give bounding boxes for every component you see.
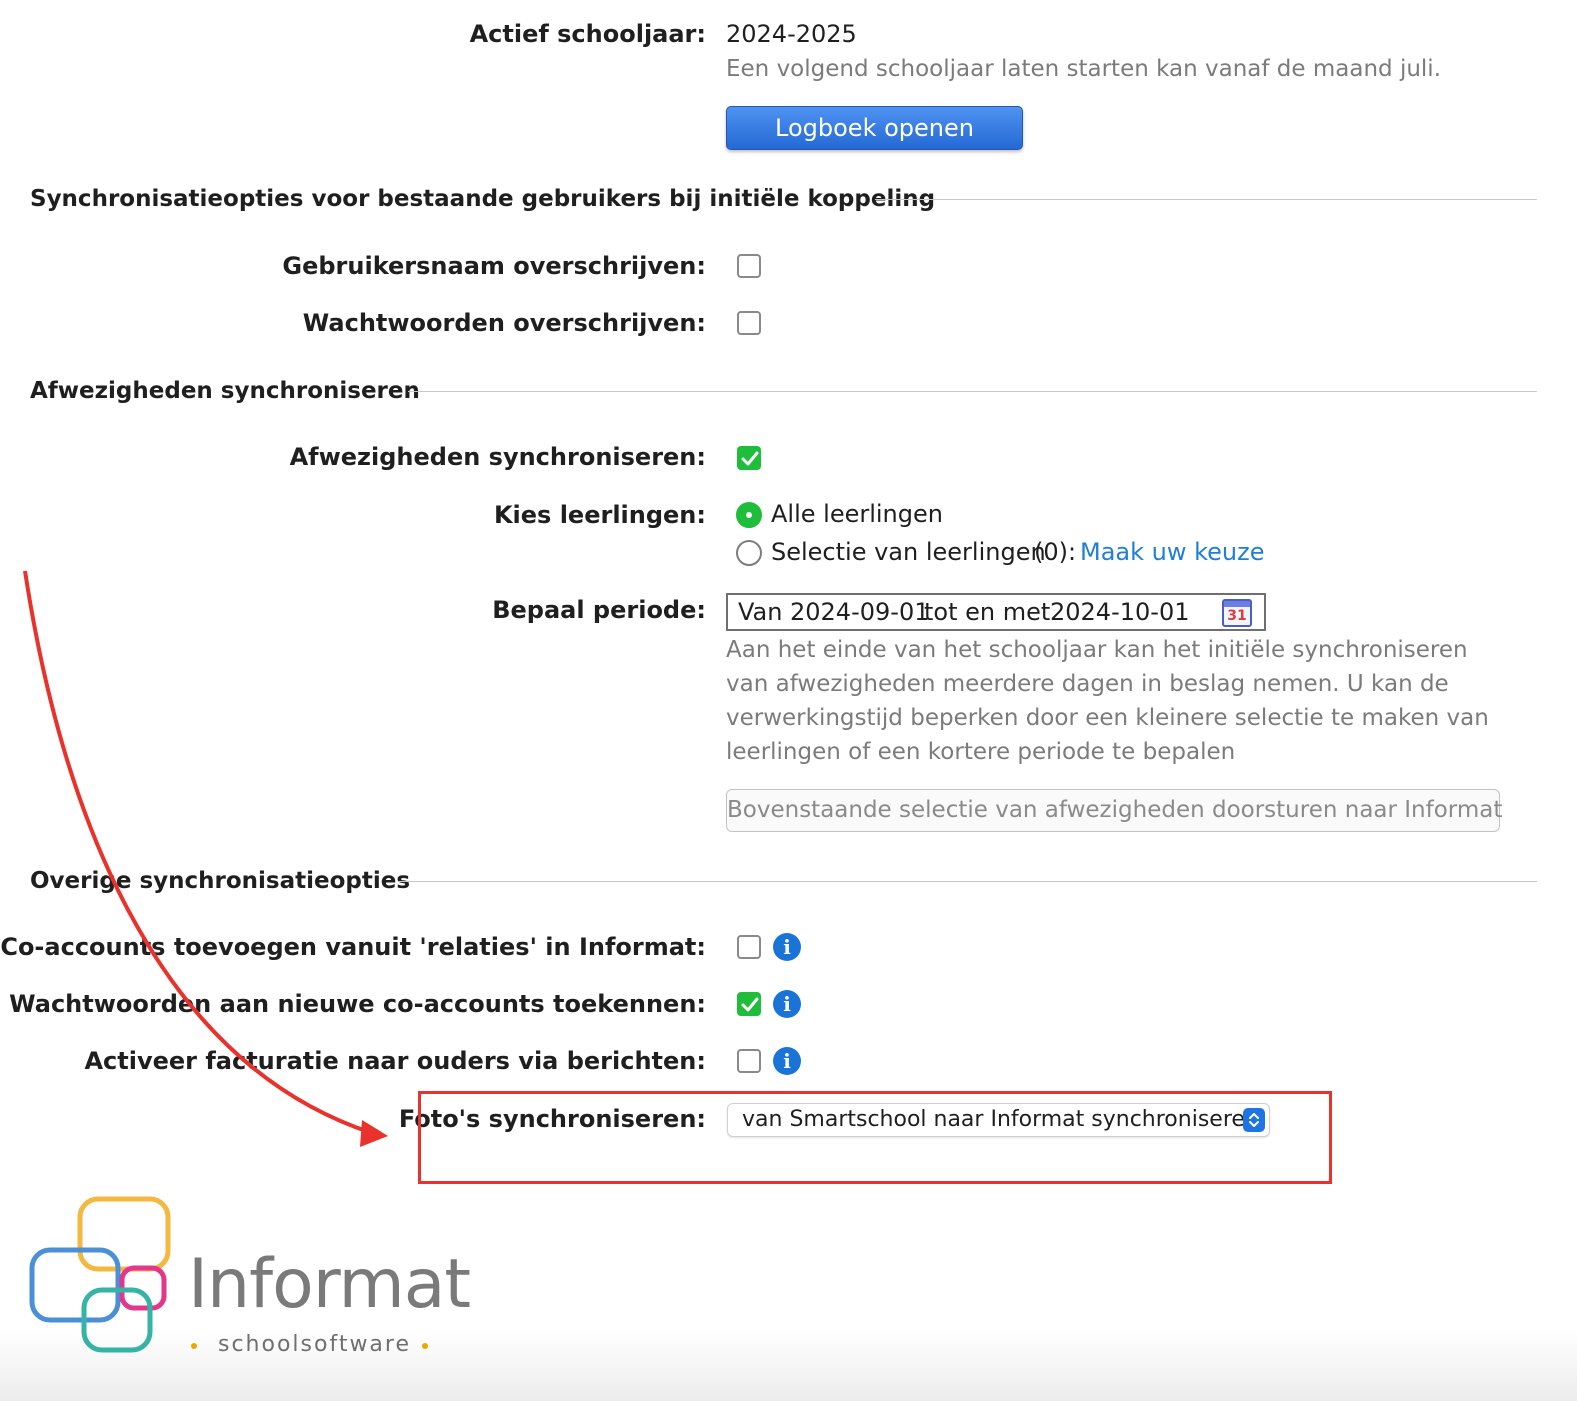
logo-tagline: schoolsoftware [218,1332,412,1357]
logo-name: Informat [188,1245,471,1324]
logo-dot [422,1343,428,1349]
arrow-annotation-icon [23,570,388,1147]
informat-logo-icon [29,1196,171,1353]
logo-dot [191,1343,197,1349]
